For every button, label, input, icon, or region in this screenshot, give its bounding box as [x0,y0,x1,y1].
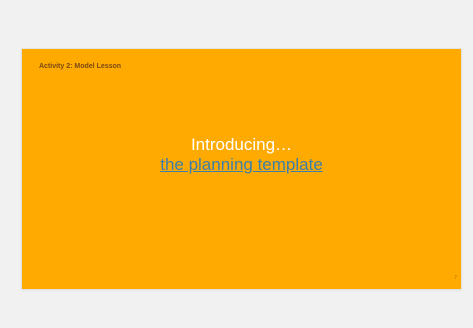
presentation-viewer: Activity 2: Model Lesson Introducing… th… [0,0,473,328]
planning-template-link[interactable]: the planning template [160,155,323,175]
activity-label: Activity 2: Model Lesson [39,63,122,70]
slide-number: 7 [454,275,457,281]
slide-title-block: Introducing… the planning template [22,135,461,175]
intro-text: Introducing… [190,135,293,154]
slide: Activity 2: Model Lesson Introducing… th… [22,49,461,289]
